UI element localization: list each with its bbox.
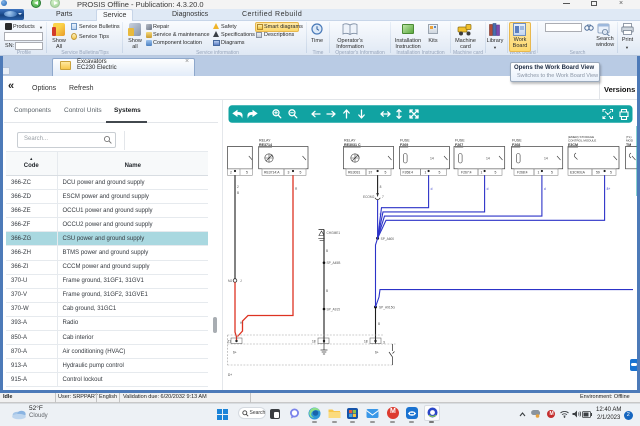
svg-text:37: 37 <box>369 171 373 175</box>
svg-text:CHGME1: CHGME1 <box>327 231 341 235</box>
svg-text:SP_A600: SP_A600 <box>381 237 395 241</box>
svg-text:d: d <box>380 212 382 216</box>
svg-text:18: 18 <box>312 340 316 344</box>
svg-text:1: 1 <box>425 171 427 175</box>
svg-text:ECOM2: ECOM2 <box>363 195 375 199</box>
svg-text:8+: 8+ <box>607 187 611 191</box>
svg-text:B: B <box>378 322 380 326</box>
svg-text:FUSE: FUSE <box>455 139 465 143</box>
svg-text:D+: D+ <box>228 373 232 377</box>
svg-text:7: 7 <box>382 195 384 199</box>
svg-text:5: 5 <box>551 171 553 175</box>
svg-text:F267:4: F267:4 <box>461 171 472 175</box>
svg-text:RELAY: RELAY <box>344 139 356 143</box>
svg-text:B: B <box>326 289 328 293</box>
svg-text:6+: 6+ <box>375 351 379 355</box>
svg-text:5: 5 <box>495 171 497 175</box>
svg-text:59: 59 <box>596 171 600 175</box>
svg-text:5: 5 <box>246 171 248 175</box>
svg-text:MJ: MJ <box>228 279 233 283</box>
svg-text:14: 14 <box>430 157 434 161</box>
svg-text:d: d <box>431 187 433 191</box>
svg-text:d: d <box>487 187 489 191</box>
svg-text:5: 5 <box>439 171 441 175</box>
svg-text:R: R <box>295 187 298 191</box>
svg-text:8: 8 <box>380 185 382 189</box>
svg-text:FUSE: FUSE <box>512 139 522 143</box>
svg-text:RE3031: RE3031 <box>348 171 360 175</box>
svg-text:14: 14 <box>544 157 548 161</box>
svg-text:FUSE: FUSE <box>400 139 410 143</box>
svg-text:SP_A915G: SP_A915G <box>379 306 395 310</box>
svg-text:RELAY: RELAY <box>259 139 271 143</box>
svg-text:SP_A915: SP_A915 <box>327 308 341 312</box>
svg-text:MOD: MOD <box>626 139 634 143</box>
svg-text:1: 1 <box>481 171 483 175</box>
svg-text:14: 14 <box>486 157 490 161</box>
svg-text:B: B <box>237 191 239 195</box>
svg-text:1: 1 <box>538 171 540 175</box>
svg-text:SP_A45B: SP_A45B <box>327 261 341 265</box>
svg-text:2: 2 <box>237 185 239 189</box>
svg-text:2: 2 <box>230 171 232 175</box>
svg-text:3: 3 <box>383 341 385 345</box>
svg-text:CONTROL MODULE: CONTROL MODULE <box>568 139 596 143</box>
svg-text:5: 5 <box>610 171 612 175</box>
svg-text:18: 18 <box>364 340 368 344</box>
svg-text:5: 5 <box>385 171 387 175</box>
svg-text:RE3714:A: RE3714:A <box>264 171 280 175</box>
svg-text:6+: 6+ <box>233 351 237 355</box>
svg-text:B: B <box>326 249 328 253</box>
svg-text:21: 21 <box>228 340 232 344</box>
svg-text:5: 5 <box>300 171 302 175</box>
svg-text:E3CM:EA: E3CM:EA <box>570 171 586 175</box>
svg-text:J: J <box>240 279 242 283</box>
svg-text:3: 3 <box>288 171 290 175</box>
svg-text:d: d <box>544 187 546 191</box>
svg-text:F268:4: F268:4 <box>403 171 414 175</box>
svg-text:F268:4: F268:4 <box>517 171 528 175</box>
